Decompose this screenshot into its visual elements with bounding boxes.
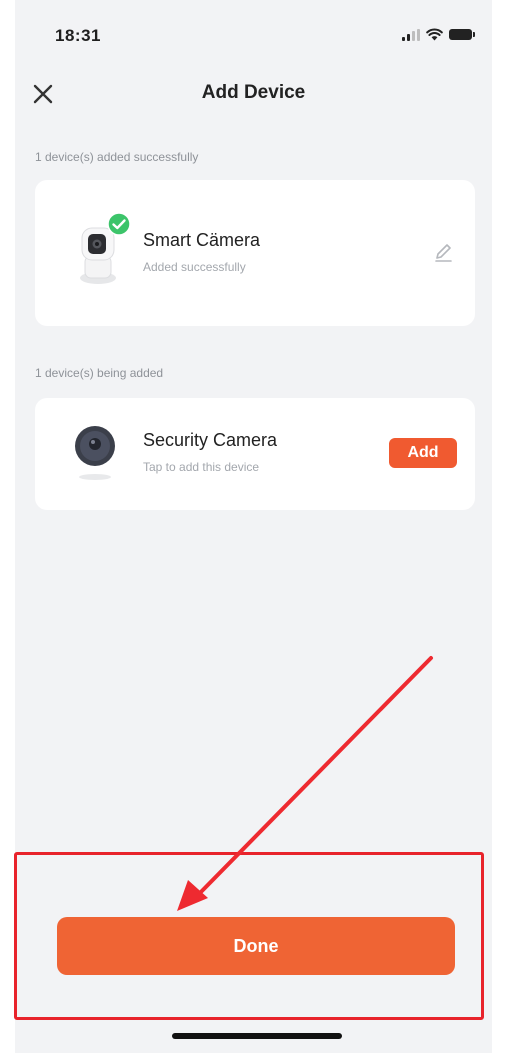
device-name: Smart Cämera xyxy=(143,230,261,250)
nav-bar: Add Device xyxy=(15,72,492,116)
edit-pencil-icon[interactable] xyxy=(431,240,455,264)
device-status: Tap to add this device xyxy=(143,460,260,474)
annotation-highlight-box xyxy=(14,852,484,1020)
device-status: Added successfully xyxy=(143,260,246,274)
status-bar: 18:31 xyxy=(15,0,492,70)
device-name: Security Camera xyxy=(143,430,278,450)
signal-icon xyxy=(402,28,420,41)
device-card-security-camera[interactable]: Security Camera Tap to add this device A… xyxy=(35,398,475,510)
status-time: 18:31 xyxy=(55,26,101,45)
section-label-adding: 1 device(s) being added xyxy=(35,366,164,380)
home-indicator xyxy=(172,1033,342,1039)
check-circle-icon xyxy=(107,212,131,236)
device-card-smart-camera[interactable]: Smart Cämera Added successfully xyxy=(35,180,475,326)
add-device-button[interactable]: Add xyxy=(389,438,457,468)
wifi-icon xyxy=(426,28,443,41)
status-icons xyxy=(402,28,475,41)
battery-icon xyxy=(449,29,475,40)
security-camera-image xyxy=(75,426,115,480)
page-title: Add Device xyxy=(201,82,306,103)
section-label-added: 1 device(s) added successfully xyxy=(35,150,199,164)
